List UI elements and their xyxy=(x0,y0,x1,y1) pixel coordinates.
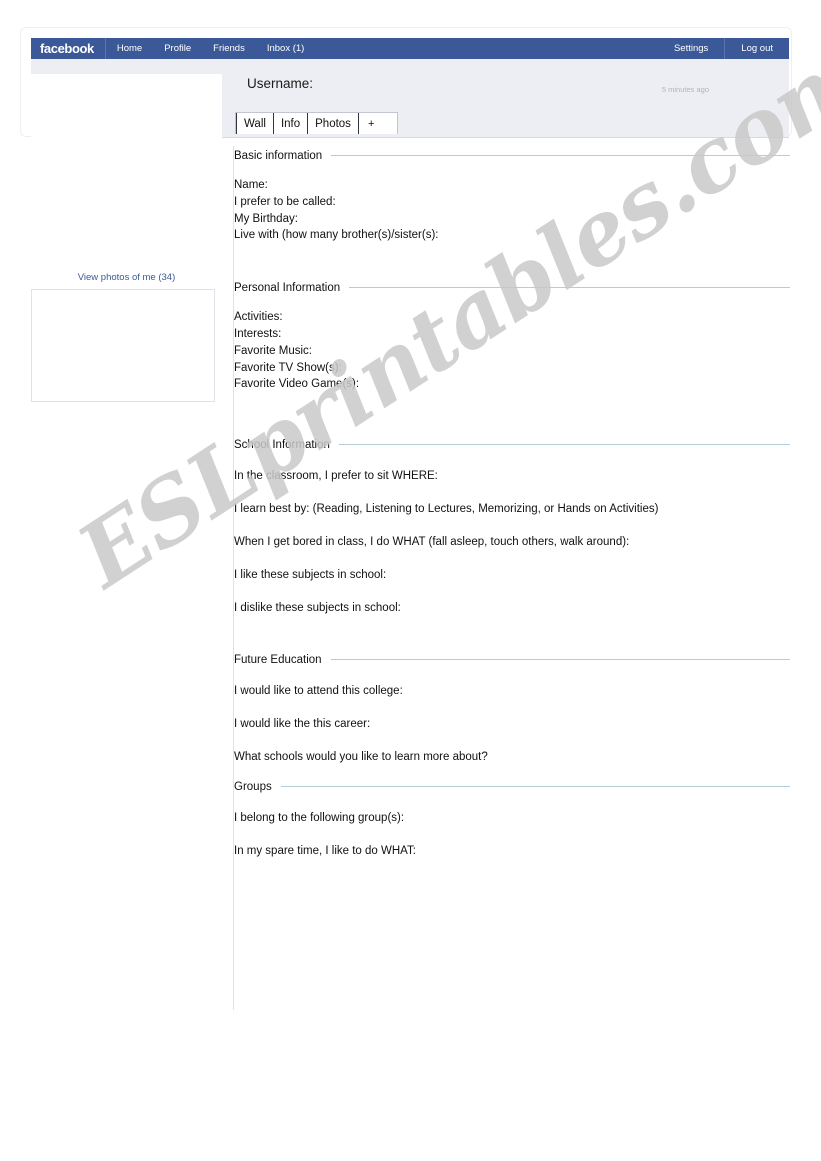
profile-tabs: Wall Info Photos + xyxy=(235,112,399,134)
field-group-future-education: I would like to attend this college: I w… xyxy=(234,683,790,765)
photo-placeholder-box xyxy=(31,289,215,402)
section-rule xyxy=(349,287,790,289)
view-photos-of-me-link[interactable]: View photos of me (34) xyxy=(31,272,222,283)
top-navigation-bar: facebook Home Profile Friends Inbox (1) … xyxy=(31,38,789,59)
section-header-groups: Groups xyxy=(234,781,790,793)
section-header-future-education: Future Education xyxy=(234,654,790,666)
nav-item-settings[interactable]: Settings xyxy=(658,38,724,59)
left-sidebar: View photos of me (34) xyxy=(31,150,222,402)
field-schools-to-research: What schools would you like to learn mor… xyxy=(234,751,488,764)
username-label: Username: xyxy=(247,76,314,91)
field-birthday: My Birthday: xyxy=(234,212,298,225)
section-title-groups: Groups xyxy=(234,781,272,794)
field-target-college: I would like to attend this college: xyxy=(234,685,403,698)
field-learning-style: I learn best by: (Reading, Listening to … xyxy=(234,503,659,516)
field-group-personal-information: Activities: Interests: Favorite Music: F… xyxy=(234,309,790,393)
profile-info-content: Basic information Name: I prefer to be c… xyxy=(234,150,790,859)
section-header-basic-information: Basic information xyxy=(234,150,790,162)
field-group-groups: I belong to the following group(s): In m… xyxy=(234,810,790,859)
section-rule xyxy=(330,659,790,661)
nav-item-profile[interactable]: Profile xyxy=(153,38,202,59)
field-liked-subjects: I like these subjects in school: xyxy=(234,569,387,582)
last-updated-timestamp: 5 minutes ago xyxy=(661,85,709,94)
nav-item-home[interactable]: Home xyxy=(106,38,153,59)
tab-info[interactable]: Info xyxy=(273,113,309,134)
field-favorite-music: Favorite Music: xyxy=(234,344,312,357)
tab-add[interactable]: + xyxy=(358,113,384,134)
section-title-school-information: School Information xyxy=(234,439,330,452)
field-disliked-subjects: I dislike these subjects in school: xyxy=(234,602,401,615)
section-header-personal-information: Personal Information xyxy=(234,282,790,294)
field-name: Name: xyxy=(234,179,268,191)
section-title-future-education: Future Education xyxy=(234,654,322,667)
field-siblings: Live with (how many brother(s)/sister(s)… xyxy=(234,229,439,242)
section-rule xyxy=(338,444,790,446)
field-group-school-information: In the classroom, I prefer to sit WHERE:… xyxy=(234,468,790,616)
account-navigation: Settings Log out xyxy=(658,38,789,59)
section-rule xyxy=(280,786,790,788)
sidebar-background xyxy=(31,74,222,138)
nav-item-logout[interactable]: Log out xyxy=(725,38,789,59)
section-header-school-information: School Information xyxy=(234,439,790,451)
nav-item-friends[interactable]: Friends xyxy=(202,38,256,59)
section-title-basic-information: Basic information xyxy=(234,150,323,162)
field-target-career: I would like the this career: xyxy=(234,718,371,731)
worksheet-page: facebook Home Profile Friends Inbox (1) … xyxy=(0,0,821,1161)
field-activities: Activities: xyxy=(234,311,283,324)
section-rule xyxy=(331,155,790,156)
field-preferred-name: I prefer to be called: xyxy=(234,195,336,208)
tab-photos[interactable]: Photos xyxy=(308,113,359,134)
section-title-personal-information: Personal Information xyxy=(234,282,341,295)
field-group-memberships: I belong to the following group(s): xyxy=(234,812,405,825)
field-bored-behavior: When I get bored in class, I do WHAT (fa… xyxy=(234,536,630,549)
facebook-logo[interactable]: facebook xyxy=(31,38,105,59)
tabs-baseline xyxy=(222,137,789,138)
nav-item-inbox[interactable]: Inbox (1) xyxy=(256,38,316,59)
tab-trailing-space xyxy=(383,113,398,134)
tab-wall[interactable]: Wall xyxy=(236,113,274,134)
field-spare-time: In my spare time, I like to do WHAT: xyxy=(234,845,416,858)
field-group-basic-information: Name: I prefer to be called: My Birthday… xyxy=(234,177,790,244)
field-favorite-tv-shows: Favorite TV Show(s): xyxy=(234,361,342,374)
primary-navigation: Home Profile Friends Inbox (1) xyxy=(106,38,315,59)
field-favorite-video-games: Favorite Video Game(s): xyxy=(234,378,360,391)
field-interests: Interests: xyxy=(234,327,282,340)
field-seat-preference: In the classroom, I prefer to sit WHERE: xyxy=(234,470,438,483)
